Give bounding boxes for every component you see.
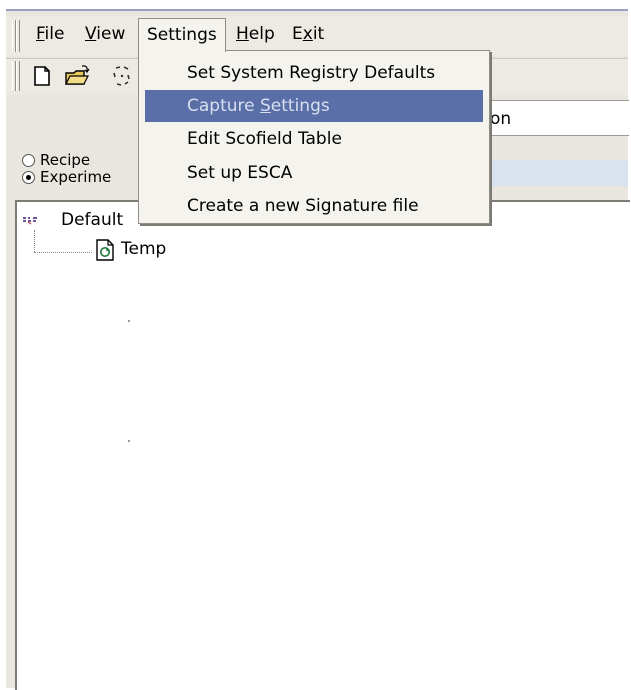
select-icon[interactable]	[110, 64, 134, 88]
title-bar-edge	[6, 0, 628, 9]
recipe-radio[interactable]	[22, 154, 35, 167]
menu-settings[interactable]: Settings	[138, 18, 226, 52]
menu-help[interactable]: Help	[232, 24, 279, 44]
menubar-grip-2	[16, 20, 20, 52]
recipe-file-icon[interactable]	[95, 239, 115, 261]
menu-item-label: Edit Scofield Table	[187, 129, 342, 149]
menu-settings-label: Settings	[147, 25, 217, 45]
tree-connector-horizontal	[34, 252, 92, 253]
menu-help-label: elp	[248, 24, 275, 44]
tree-node-default[interactable]: Default	[61, 210, 123, 230]
menu-item-edit-scofield-table[interactable]: Edit Scofield Table	[145, 123, 483, 155]
experiment-field-text: on	[490, 109, 512, 129]
menu-item-label: Create a new Signature file	[187, 196, 419, 216]
experiment-radio[interactable]	[22, 171, 35, 184]
default-node-icon[interactable]	[22, 212, 38, 226]
menu-view-label: iew	[96, 24, 126, 44]
tree-node-temp[interactable]: Temp	[121, 239, 166, 259]
menu-file[interactable]: File	[32, 24, 68, 44]
menu-item-set-system-registry-defaults[interactable]: Set System Registry Defaults	[145, 57, 483, 89]
open-folder-icon[interactable]	[64, 64, 90, 88]
selection-strip	[478, 160, 628, 186]
menu-exit-label-a: E	[292, 24, 303, 44]
menu-file-label: ile	[44, 24, 65, 44]
menu-exit-label-b: it	[312, 24, 325, 44]
scan-speck	[128, 440, 130, 442]
tree-connector-vertical	[34, 230, 35, 252]
menu-view[interactable]: View	[81, 24, 129, 44]
menu-exit-accel: x	[302, 24, 313, 44]
title-bar-shadow	[6, 9, 628, 11]
menu-view-accel: V	[85, 24, 97, 44]
settings-dropdown-menu: Set System Registry Defaults Capture Set…	[138, 50, 490, 224]
experiment-radio-label: Experime	[40, 168, 112, 186]
toolbar-grip-2	[16, 61, 20, 91]
menu-item-label: Capture Settings	[187, 96, 330, 116]
new-file-icon[interactable]	[30, 64, 54, 88]
menu-file-accel: F	[36, 24, 45, 44]
menu-item-label: Set up ESCA	[187, 163, 293, 183]
recipe-radio-label: Recipe	[40, 151, 91, 169]
scan-speck	[128, 320, 130, 322]
menu-item-capture-settings[interactable]: Capture Settings	[145, 90, 483, 122]
menu-help-accel: H	[236, 24, 249, 44]
menu-exit[interactable]: Exit	[288, 24, 328, 44]
menu-item-set-up-esca[interactable]: Set up ESCA	[145, 157, 483, 189]
experiment-tree[interactable]	[15, 200, 630, 690]
menu-item-create-signature-file[interactable]: Create a new Signature file	[145, 190, 483, 222]
menu-item-label: Set System Registry Defaults	[187, 63, 436, 83]
